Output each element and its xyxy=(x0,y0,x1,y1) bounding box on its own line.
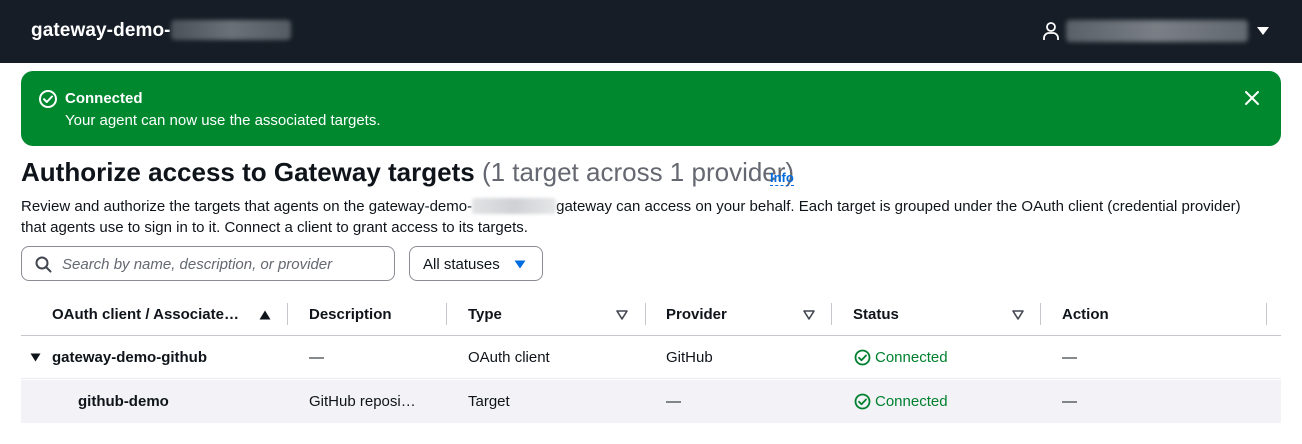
row-provider: — xyxy=(666,393,681,410)
user-icon[interactable] xyxy=(1042,21,1060,41)
column-divider xyxy=(446,303,447,325)
column-header-provider[interactable]: Provider xyxy=(666,306,727,323)
app-title-text: gateway-demo- xyxy=(31,20,171,41)
page-title-text: Authorize access to Gateway targets xyxy=(21,157,475,187)
column-divider xyxy=(645,303,646,325)
sort-icon[interactable] xyxy=(1012,310,1024,320)
flash-message: Your agent can now use the associated ta… xyxy=(65,112,381,129)
column-header-name[interactable]: OAuth client / Associate… xyxy=(52,306,239,323)
close-icon[interactable] xyxy=(1243,89,1261,107)
row-provider: GitHub xyxy=(666,349,713,366)
search-input[interactable] xyxy=(62,253,382,275)
expand-caret-down-icon[interactable] xyxy=(30,353,41,362)
redacted-name xyxy=(170,20,291,40)
top-navigation-bar: gateway-demo- xyxy=(0,0,1302,63)
row-action: — xyxy=(1062,349,1077,366)
search-icon xyxy=(35,256,52,273)
column-divider xyxy=(1040,303,1041,325)
column-divider xyxy=(287,303,288,325)
row-action: — xyxy=(1062,393,1077,410)
row-name: github-demo xyxy=(78,393,169,410)
redacted-user-email[interactable] xyxy=(1066,20,1248,42)
status-filter-select[interactable]: All statuses xyxy=(409,246,543,281)
column-divider xyxy=(831,303,832,325)
row-description: — xyxy=(309,349,324,366)
column-divider xyxy=(1266,303,1267,325)
column-header-description: Description xyxy=(309,306,392,323)
sort-icon[interactable] xyxy=(803,310,815,320)
info-link[interactable]: Info xyxy=(770,170,794,186)
redacted-gateway-name xyxy=(472,198,557,214)
success-flashbar: Connected Your agent can now use the ass… xyxy=(21,71,1281,146)
target-count: (1 target across 1 provider) xyxy=(481,157,795,187)
row-type: OAuth client xyxy=(468,349,550,366)
column-header-action: Action xyxy=(1062,306,1109,323)
search-field[interactable] xyxy=(21,246,395,281)
check-circle-icon xyxy=(39,90,57,108)
caret-down-icon xyxy=(514,260,526,269)
sort-ascending-icon[interactable] xyxy=(259,310,271,320)
row-type: Target xyxy=(468,393,510,410)
row-status: Connected xyxy=(875,349,948,366)
check-circle-icon xyxy=(854,393,871,410)
table-row[interactable]: github-demo GitHub reposi… Target — Conn… xyxy=(21,380,1281,423)
caret-down-icon[interactable] xyxy=(1256,26,1270,36)
row-status: Connected xyxy=(875,393,948,410)
check-circle-icon xyxy=(854,349,871,366)
description-part-1: Review and authorize the targets that ag… xyxy=(21,198,473,215)
row-name: gateway-demo-github xyxy=(52,349,208,366)
flash-title: Connected xyxy=(65,90,143,107)
column-header-status[interactable]: Status xyxy=(853,306,899,323)
page-description: Review and authorize the targets that ag… xyxy=(21,196,1261,238)
status-filter-value: All statuses xyxy=(423,256,500,273)
column-header-type[interactable]: Type xyxy=(468,306,502,323)
sort-icon[interactable] xyxy=(616,310,628,320)
row-description: GitHub reposi… xyxy=(309,393,416,410)
table-row[interactable]: gateway-demo-github — OAuth client GitHu… xyxy=(21,336,1281,379)
page-title: Authorize access to Gateway targets (1 t… xyxy=(21,157,794,188)
app-title[interactable]: gateway-demo- xyxy=(31,20,291,42)
